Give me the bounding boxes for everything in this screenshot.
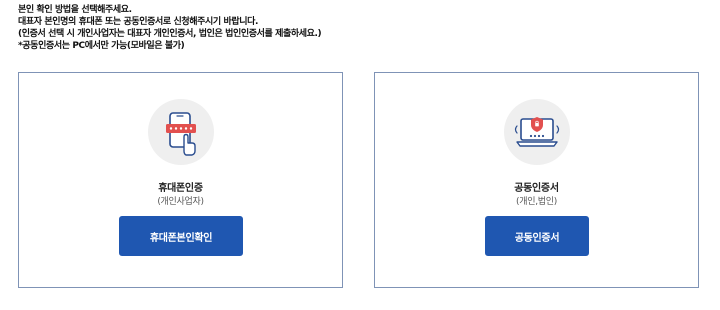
laptop-shield-icon: [503, 99, 570, 165]
instruction-line-4: *공동인증서는 PC에서만 가능(모바일은 불가): [18, 41, 185, 51]
instruction-line-2: 대표자 본인명의 휴대폰 또는 공동인증서로 신청해주시기 바랍니다.: [18, 17, 259, 27]
certificate-card-title: 공동인증서: [514, 183, 559, 194]
phone-touch-icon: [147, 99, 214, 165]
phone-verify-button[interactable]: 휴대폰본인확인: [119, 216, 243, 256]
certificate-card: 공동인증서 (개인,법인) 공동인증서: [374, 72, 699, 288]
instructions: 본인 확인 방법을 선택해주세요. 대표자 본인명의 휴대폰 또는 공동인증서로…: [18, 4, 322, 52]
instruction-line-1: 본인 확인 방법을 선택해주세요.: [18, 5, 132, 15]
phone-card-title: 휴대폰인증: [158, 183, 203, 194]
certificate-button[interactable]: 공동인증서: [485, 216, 589, 256]
instruction-line-3: (인증서 선택 시 개인사업자는 대표자 개인인증서, 법인은 법인인증서를 제…: [18, 29, 322, 39]
certificate-card-subtitle: (개인,법인): [516, 197, 557, 207]
phone-verification-card: 휴대폰인증 (개인사업자) 휴대폰본인확인: [18, 72, 343, 288]
phone-card-subtitle: (개인사업자): [157, 197, 204, 207]
